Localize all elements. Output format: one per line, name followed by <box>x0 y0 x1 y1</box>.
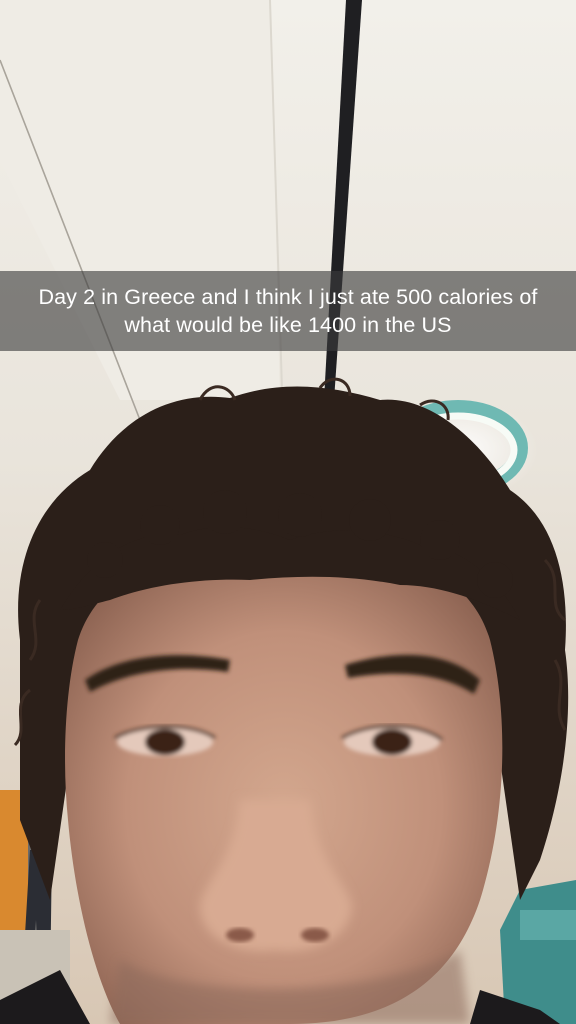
nostril <box>301 928 329 942</box>
selfie-photo <box>0 0 576 1024</box>
chair-back <box>520 910 576 940</box>
nostril <box>226 928 254 942</box>
right-eye <box>341 724 443 756</box>
snap-frame: Day 2 in Greece and I think I just ate 5… <box>0 0 576 1024</box>
caption-bar[interactable]: Day 2 in Greece and I think I just ate 5… <box>0 271 576 351</box>
face <box>65 540 503 1024</box>
caption-text: Day 2 in Greece and I think I just ate 5… <box>38 285 538 337</box>
